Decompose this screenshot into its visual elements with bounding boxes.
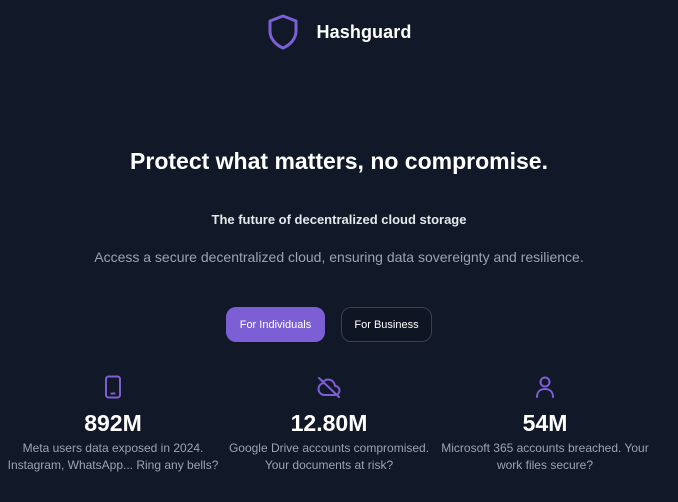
cloud-off-icon xyxy=(216,374,442,400)
stat-description: Google Drive accounts compromised. Your … xyxy=(216,440,442,474)
smartphone-icon xyxy=(0,374,226,400)
stat-description-line: Instagram, WhatsApp... Ring any bells? xyxy=(7,458,219,472)
hero-title: Protect what matters, no compromise. xyxy=(130,148,548,174)
stat-description: Microsoft 365 accounts breached. Your wo… xyxy=(432,440,658,474)
user-icon xyxy=(432,374,658,400)
stat-description-line: Google Drive accounts compromised. xyxy=(228,441,430,455)
stat-microsoft-breach: 54M Microsoft 365 accounts breached. You… xyxy=(432,374,658,474)
for-individuals-button[interactable]: For Individuals xyxy=(226,307,325,342)
stat-google-drive-breach: 12.80M Google Drive accounts compromised… xyxy=(216,374,442,474)
site-header: Hashguard xyxy=(0,12,678,52)
shield-icon[interactable] xyxy=(267,14,299,50)
stat-description-line: Meta users data exposed in 2024. xyxy=(22,441,204,455)
stat-description-line: work files secure? xyxy=(496,458,594,472)
stat-meta-breach: 892M Meta users data exposed in 2024. In… xyxy=(0,374,226,474)
stat-description-line: Microsoft 365 accounts breached. Your xyxy=(441,441,649,455)
hero-description: Access a secure decentralized cloud, ens… xyxy=(94,249,584,265)
brand-name[interactable]: Hashguard xyxy=(317,22,412,43)
hero-subtitle: The future of decentralized cloud storag… xyxy=(211,212,467,227)
stat-value: 54M xyxy=(522,410,568,436)
for-business-button[interactable]: For Business xyxy=(341,307,432,342)
stat-description-line: Your documents at risk? xyxy=(264,458,394,472)
stat-value: 892M xyxy=(84,410,142,436)
stat-description: Meta users data exposed in 2024. Instagr… xyxy=(0,440,226,474)
stat-value: 12.80M xyxy=(290,410,368,436)
